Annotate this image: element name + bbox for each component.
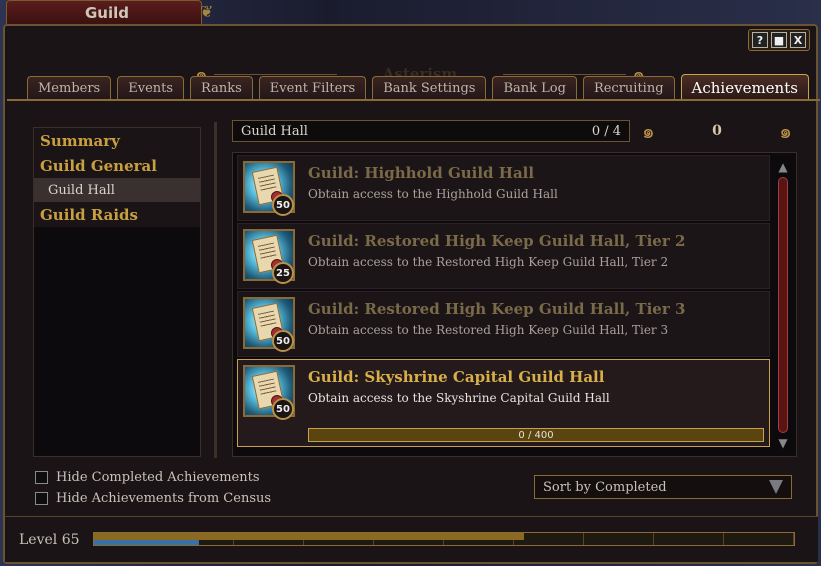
tab-events[interactable]: Events — [117, 76, 185, 100]
help-icon[interactable]: ? — [752, 32, 768, 48]
achievement-desc: Obtain access to the Restored High Keep … — [308, 255, 669, 269]
sort-dropdown[interactable]: Sort by Completed — [534, 475, 792, 499]
category-header-label: Guild Hall — [241, 123, 308, 139]
minimize-icon[interactable]: ■ — [771, 32, 787, 48]
hide-census-label: Hide Achievements from Census — [56, 491, 272, 506]
progress-text: 0 / 400 — [518, 429, 554, 441]
xp-fill — [94, 533, 524, 540]
points-badge: 50 — [272, 330, 294, 352]
achievement-list: 50 Guild: Highhold Guild Hall Obtain acc… — [232, 152, 797, 457]
hide-completed-label: Hide Completed Achievements — [56, 470, 260, 485]
tab-bank-log[interactable]: Bank Log — [492, 76, 577, 100]
achievement-progress-bar: 0 / 400 — [308, 428, 764, 442]
achievement-row[interactable]: 50 Guild: Restored High Keep Guild Hall,… — [237, 291, 770, 357]
tab-divider — [7, 99, 820, 101]
achievement-desc: Obtain access to the Restored High Keep … — [308, 323, 669, 337]
right-swirl-icon: ๑ — [779, 119, 792, 143]
xp-bar — [93, 532, 795, 546]
filter-options: Hide Completed Achievements Hide Achieve… — [35, 467, 271, 509]
category-guild-raids[interactable]: Guild Raids — [34, 202, 200, 227]
level-bar: Level 65 — [5, 516, 818, 562]
scroll-down-icon[interactable]: ▼ — [775, 435, 791, 451]
tab-bank-settings[interactable]: Bank Settings — [372, 76, 487, 100]
close-icon[interactable]: X — [790, 32, 806, 48]
category-guild-hall[interactable]: Guild Hall — [34, 178, 200, 202]
level-label: Level 65 — [19, 532, 80, 548]
achievement-desc: Obtain access to the Skyshrine Capital G… — [308, 391, 610, 405]
hide-completed-option[interactable]: Hide Completed Achievements — [35, 467, 271, 488]
chevron-down-icon[interactable] — [769, 480, 783, 494]
tab-members[interactable]: Members — [27, 76, 112, 100]
aa-xp-fill — [94, 540, 199, 545]
achievement-desc: Obtain access to the Highhold Guild Hall — [308, 187, 558, 201]
points-badge: 50 — [272, 398, 294, 420]
scroll-track[interactable] — [778, 177, 788, 433]
hide-census-checkbox[interactable] — [35, 492, 48, 505]
tab-ranks[interactable]: Ranks — [190, 76, 253, 100]
points-badge: 50 — [272, 194, 294, 216]
category-guild-general[interactable]: Guild General — [34, 153, 200, 178]
title-ornament-icon: ❦ — [200, 2, 214, 21]
category-tree: Summary Guild General Guild Hall Guild R… — [33, 127, 201, 457]
achievement-title: Guild: Restored High Keep Guild Hall, Ti… — [308, 232, 686, 250]
left-swirl-icon: ๑ — [642, 119, 655, 143]
sort-selected: Sort by Completed — [543, 479, 667, 495]
guild-window: ? ■ X ๑ Asterism ๑ Members Events Ranks … — [3, 24, 820, 564]
scroll-up-icon[interactable]: ▲ — [775, 159, 791, 175]
tab-event-filters[interactable]: Event Filters — [258, 76, 367, 100]
window-controls: ? ■ X — [748, 29, 810, 51]
list-scrollbar[interactable]: ▲ ▼ — [775, 159, 791, 453]
achievement-title: Guild: Restored High Keep Guild Hall, Ti… — [308, 300, 686, 318]
tab-bar: Members Events Ranks Event Filters Bank … — [27, 74, 809, 100]
achievement-row-selected[interactable]: 50 Guild: Skyshrine Capital Guild Hall O… — [237, 359, 770, 447]
category-header-count: 0 / 4 — [591, 123, 621, 139]
hide-completed-checkbox[interactable] — [35, 471, 48, 484]
achievement-title: Guild: Highhold Guild Hall — [308, 164, 535, 182]
tree-divider — [214, 122, 217, 458]
achievement-points: ๑ 0 ๑ — [642, 120, 792, 142]
window-title: Guild — [85, 4, 130, 22]
points-value: 0 — [712, 123, 722, 139]
tab-achievements[interactable]: Achievements — [680, 74, 809, 100]
achievement-row[interactable]: 25 Guild: Restored High Keep Guild Hall,… — [237, 223, 770, 289]
window-title-tab[interactable]: Guild — [6, 0, 202, 25]
category-summary[interactable]: Summary — [34, 128, 200, 153]
achievement-row[interactable]: 50 Guild: Highhold Guild Hall Obtain acc… — [237, 155, 770, 221]
tab-recruiting[interactable]: Recruiting — [582, 76, 675, 100]
achievement-title: Guild: Skyshrine Capital Guild Hall — [308, 368, 605, 386]
hide-census-option[interactable]: Hide Achievements from Census — [35, 488, 271, 509]
category-header: Guild Hall 0 / 4 — [232, 120, 630, 142]
points-badge: 25 — [272, 262, 294, 284]
